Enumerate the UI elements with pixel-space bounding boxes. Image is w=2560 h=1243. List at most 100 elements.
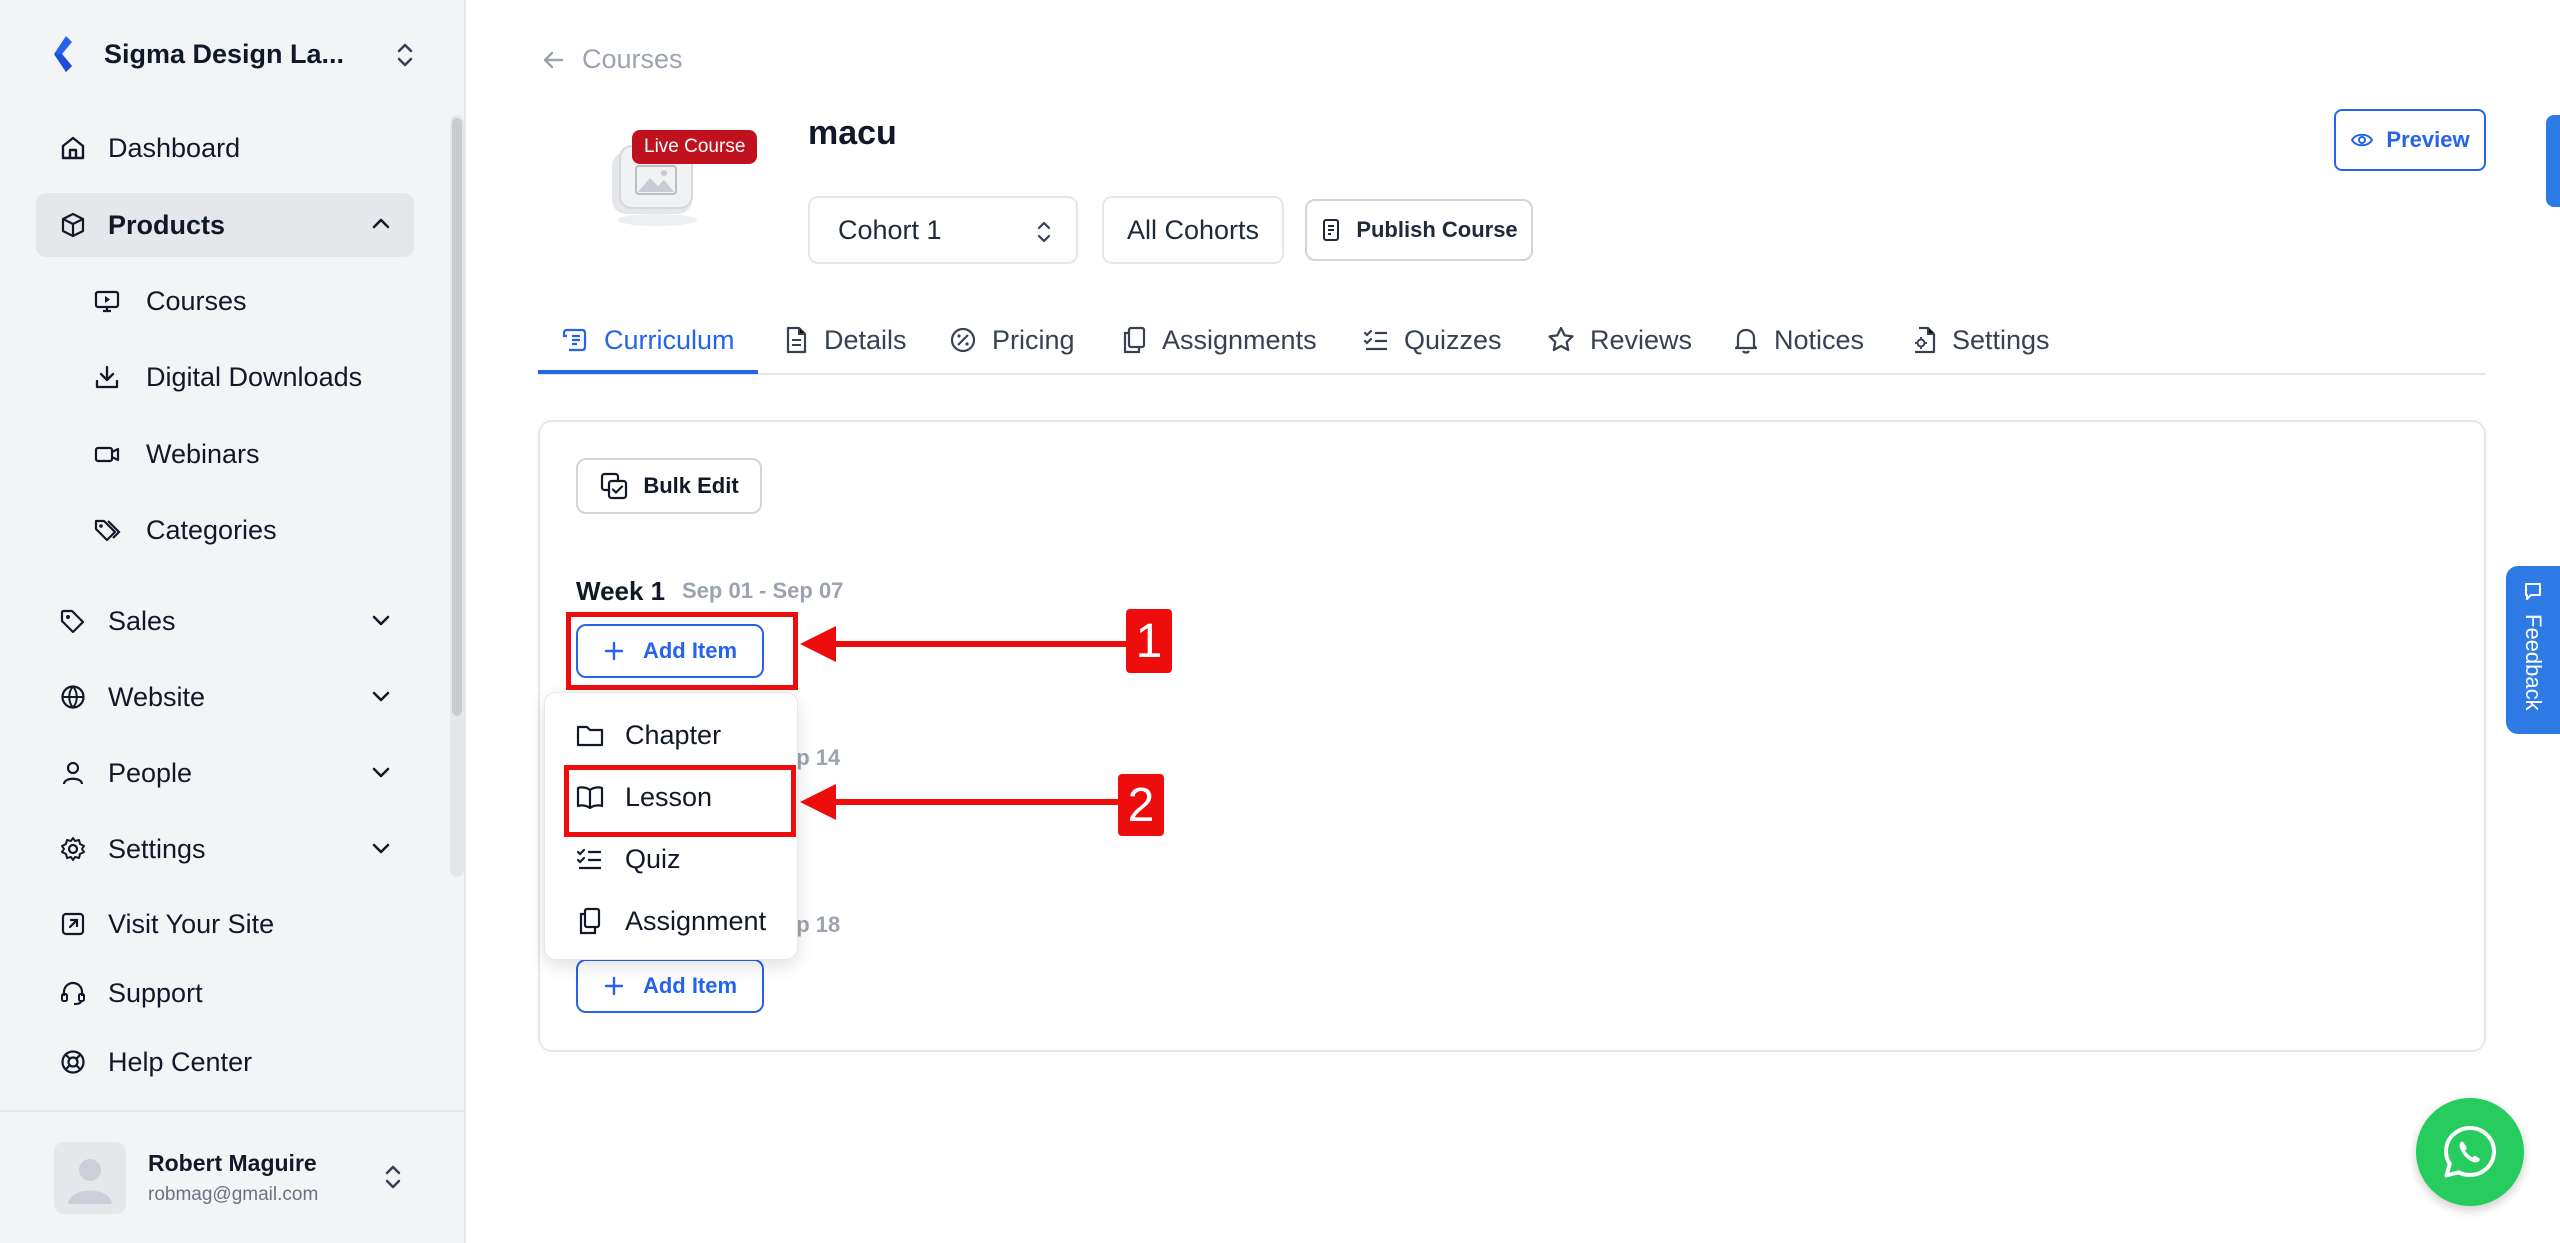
cohort-select[interactable]: Cohort 1 xyxy=(808,196,1078,264)
tags-icon xyxy=(92,515,122,545)
bell-icon xyxy=(1732,325,1774,355)
week-1-title: Week 1 xyxy=(576,576,666,606)
sidebar-subitem-webinars[interactable]: Webinars xyxy=(92,424,260,484)
sidebar-item-label: Courses xyxy=(146,285,247,316)
page-title: macu xyxy=(808,114,897,152)
tab-quizzes[interactable]: Quizzes xyxy=(1362,305,1502,375)
right-edge-tab[interactable] xyxy=(2546,115,2560,207)
sidebar-item-help-center[interactable]: Help Center xyxy=(36,1030,414,1094)
week-1-dates: Sep 01 - Sep 07 xyxy=(682,578,844,603)
menu-item-chapter[interactable]: Chapter xyxy=(575,709,721,761)
publish-course-label: Publish Course xyxy=(1356,217,1518,242)
step-badge-1: 1 xyxy=(1126,609,1172,673)
globe-icon xyxy=(58,682,88,712)
active-tab-indicator xyxy=(538,370,758,374)
user-name: Robert Maguire xyxy=(148,1150,317,1176)
workspace-switcher[interactable]: Sigma Design La... xyxy=(48,30,418,78)
copy-check-icon xyxy=(599,471,643,501)
publish-course-button[interactable]: Publish Course xyxy=(1305,199,1533,261)
preview-button[interactable]: Preview xyxy=(2334,109,2486,171)
chevron-down-icon xyxy=(368,683,394,709)
sidebar: Sigma Design La... Dashboard Products Co… xyxy=(0,0,466,1243)
chevron-down-icon xyxy=(368,759,394,785)
sidebar-item-people[interactable]: People xyxy=(36,741,414,805)
highlight-box-add-item xyxy=(566,612,798,690)
sidebar-item-label: Settings xyxy=(108,833,206,864)
bulk-edit-label: Bulk Edit xyxy=(643,473,739,498)
video-camera-icon xyxy=(92,439,122,469)
bulk-edit-button[interactable]: Bulk Edit xyxy=(576,458,762,514)
whatsapp-chat-button[interactable] xyxy=(2416,1098,2524,1206)
gear-icon xyxy=(58,834,88,864)
sidebar-item-products[interactable]: Products xyxy=(36,193,414,257)
user-email: robmag@gmail.com xyxy=(148,1184,319,1205)
tag-icon xyxy=(58,606,88,636)
plus-icon xyxy=(603,975,643,997)
feedback-tab[interactable]: Feedback xyxy=(2506,566,2560,734)
tab-assignments[interactable]: Assignments xyxy=(1120,305,1317,375)
whatsapp-icon xyxy=(2438,1120,2502,1184)
tab-label: Settings xyxy=(1952,324,2050,355)
back-label: Courses xyxy=(582,44,683,74)
tab-label: Curriculum xyxy=(604,324,735,355)
sidebar-subitem-digital-downloads[interactable]: Digital Downloads xyxy=(92,347,362,407)
brand-logo-icon xyxy=(48,30,88,78)
chevron-up-icon xyxy=(368,211,394,237)
copy-icon xyxy=(575,907,625,935)
sidebar-item-sales[interactable]: Sales xyxy=(36,589,414,653)
sidebar-item-label: Products xyxy=(108,209,226,240)
chevron-updown-icon xyxy=(392,40,418,70)
curriculum-panel xyxy=(538,420,2486,1052)
highlight-box-lesson xyxy=(564,765,796,837)
menu-item-assignment[interactable]: Assignment xyxy=(575,895,766,947)
tab-reviews[interactable]: Reviews xyxy=(1546,305,1692,375)
tab-pricing[interactable]: Pricing xyxy=(948,305,1075,375)
menu-item-label: Assignment xyxy=(625,905,767,936)
home-icon xyxy=(58,133,88,163)
all-cohorts-label: All Cohorts xyxy=(1126,214,1260,245)
document-icon xyxy=(782,325,824,355)
step-badge-2: 2 xyxy=(1118,774,1164,836)
tab-label: Reviews xyxy=(1590,324,1693,355)
menu-item-quiz[interactable]: Quiz xyxy=(575,833,681,885)
cohort-select-value: Cohort 1 xyxy=(838,214,942,245)
tab-curriculum[interactable]: Curriculum xyxy=(560,305,735,375)
sidebar-item-label: Sales xyxy=(108,605,176,636)
course-tabs: Curriculum Details Pricing Assignments Q… xyxy=(538,305,2486,375)
tab-details[interactable]: Details xyxy=(782,305,907,375)
file-settings-icon xyxy=(1910,325,1952,355)
tab-label: Pricing xyxy=(992,324,1075,355)
sidebar-item-label: Visit Your Site xyxy=(108,908,275,939)
feedback-label: Feedback xyxy=(2521,614,2546,711)
download-icon xyxy=(92,362,122,392)
monitor-play-icon xyxy=(92,286,122,316)
sidebar-item-settings[interactable]: Settings xyxy=(36,817,414,881)
sidebar-item-support[interactable]: Support xyxy=(36,961,414,1025)
tab-settings[interactable]: Settings xyxy=(1910,305,2050,375)
add-item-button[interactable]: Add Item xyxy=(576,959,764,1013)
all-cohorts-button[interactable]: All Cohorts xyxy=(1102,196,1284,264)
sidebar-scrollbar-thumb[interactable] xyxy=(452,118,462,716)
avatar xyxy=(54,1142,126,1214)
user-menu[interactable]: Robert Maguire robmag@gmail.com xyxy=(0,1110,464,1243)
tab-label: Details xyxy=(824,324,907,355)
sidebar-item-dashboard[interactable]: Dashboard xyxy=(36,116,414,180)
lifebuoy-icon xyxy=(58,1047,88,1077)
sidebar-item-label: Webinars xyxy=(146,438,260,469)
back-to-courses-link[interactable]: Courses xyxy=(540,44,683,75)
sidebar-item-website[interactable]: Website xyxy=(36,665,414,729)
sidebar-item-visit-site[interactable]: Visit Your Site xyxy=(36,892,414,956)
sidebar-item-label: People xyxy=(108,757,193,788)
add-item-label: Add Item xyxy=(642,973,738,998)
external-link-icon xyxy=(58,909,88,939)
sidebar-item-label: Help Center xyxy=(108,1046,253,1077)
sidebar-subitem-categories[interactable]: Categories xyxy=(92,500,277,560)
copy-icon xyxy=(1120,325,1162,355)
chat-bubble-icon xyxy=(2522,580,2544,602)
chevron-updown-icon xyxy=(380,1162,406,1192)
tab-notices[interactable]: Notices xyxy=(1732,305,1864,375)
sidebar-subitem-courses[interactable]: Courses xyxy=(92,271,247,331)
checklist-icon xyxy=(1362,326,1404,354)
document-check-icon xyxy=(1320,218,1356,242)
sidebar-item-label: Dashboard xyxy=(108,132,241,163)
